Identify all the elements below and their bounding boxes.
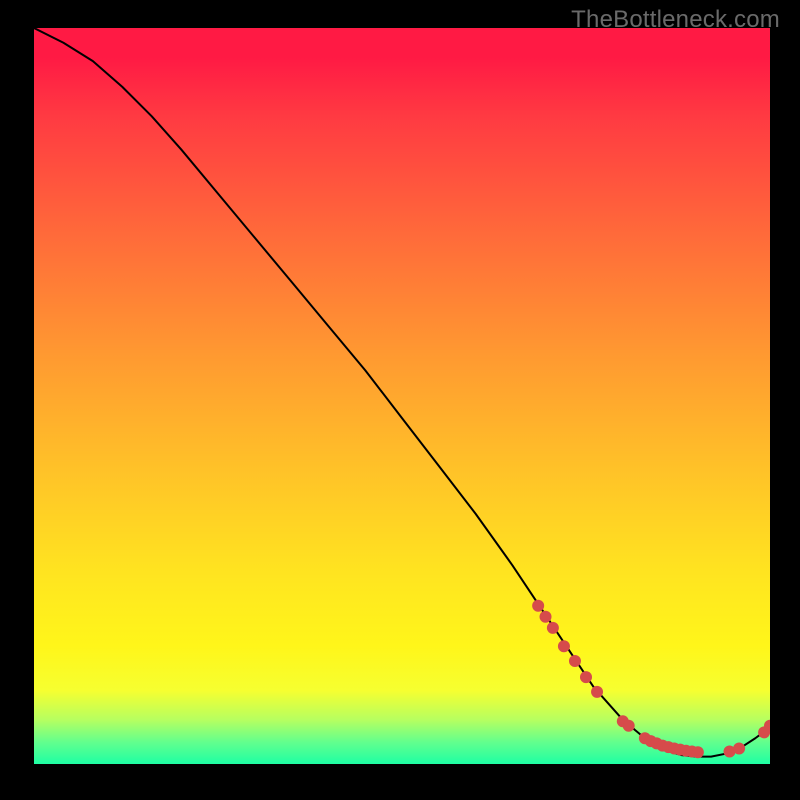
chart-dot (580, 671, 592, 683)
chart-dot (692, 746, 704, 758)
chart-plot-area (34, 28, 770, 764)
chart-dot (591, 686, 603, 698)
chart-dot (540, 611, 552, 623)
chart-dot (547, 622, 559, 634)
chart-curve (34, 28, 770, 757)
chart-dot (569, 655, 581, 667)
watermark-text: TheBottleneck.com (571, 6, 780, 34)
chart-dots (532, 600, 770, 758)
chart-dot (558, 640, 570, 652)
chart-dot (733, 743, 745, 755)
chart-dot (623, 720, 635, 732)
chart-dot (532, 600, 544, 612)
chart-overlay (34, 28, 770, 764)
